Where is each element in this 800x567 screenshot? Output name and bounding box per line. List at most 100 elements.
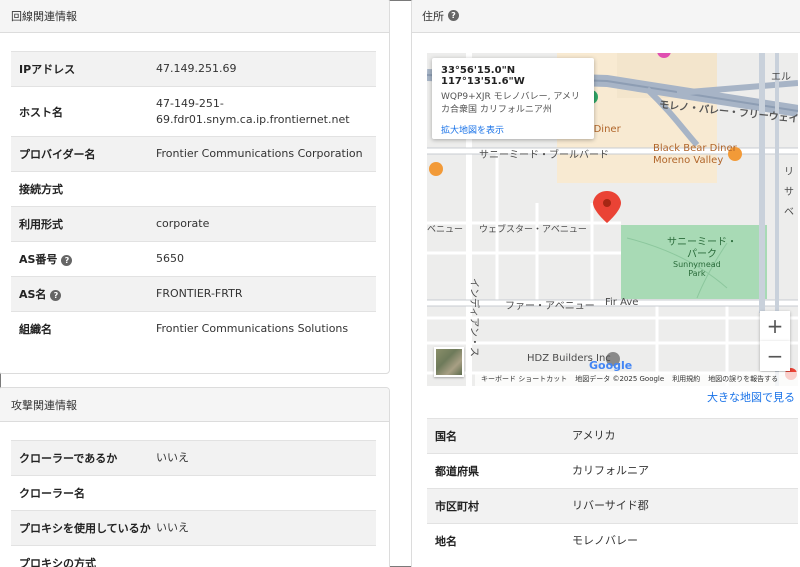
table-row: AS名? FRONTIER-FRTR	[11, 276, 376, 312]
map-label-sa: サ	[784, 187, 794, 198]
map-footer: キーボード ショートカット 地図データ ©2025 Google 利用規約 地図…	[475, 372, 798, 386]
map-label-park: サニーミード・ パーク	[667, 237, 737, 260]
row-value: カリフォルニア	[572, 453, 798, 489]
row-key-label: プロバイダー名	[19, 148, 96, 161]
line-info-title: 回線関連情報	[11, 9, 77, 23]
row-value: いいえ	[156, 510, 376, 546]
zoom-in-button[interactable]: +	[760, 311, 790, 341]
map-footer-terms[interactable]: 利用規約	[672, 374, 700, 384]
table-row: クローラー名	[11, 475, 376, 511]
row-key: 都道府県	[427, 453, 572, 489]
map-label-fir: ファー・アベニュー	[505, 301, 595, 312]
row-key: 利用形式	[11, 206, 156, 242]
row-key: 組織名	[11, 311, 156, 347]
attack-info-table: クローラーであるか いいえ クローラー名 プロキシを使用しているか いいえ プロキシの方式	[11, 440, 376, 567]
address-header: 住所 ?	[412, 0, 800, 33]
map-label-ve: ベ	[784, 207, 794, 218]
line-info-table: IPアドレス 47.149.251.69 ホスト名 47-149-251- 69.fd…	[11, 51, 376, 347]
map-info-window: 33°56'15.0"N 117°13'51.6"W WQP9+XJR モレノバ…	[432, 58, 594, 139]
map-label-venue: ベニュー	[427, 225, 464, 235]
attack-info-header: 攻撃関連情報	[0, 388, 389, 422]
row-value	[156, 475, 376, 511]
row-key: プロバイダー名	[11, 136, 156, 172]
row-value: FRONTIER-FRTR	[156, 276, 376, 312]
map-coordinates: 33°56'15.0"N 117°13'51.6"W	[441, 65, 525, 87]
line-info-card: 回線関連情報 IPアドレス 47.149.251.69 ホスト名 47-149-251…	[0, 0, 390, 374]
row-key-label: 都道府県	[435, 465, 479, 478]
row-key-label: プロキシを使用しているか	[19, 522, 151, 535]
row-key: ホスト名	[11, 86, 156, 137]
table-row: プロキシの方式	[11, 545, 376, 567]
row-value: アメリカ	[572, 418, 798, 454]
row-value: モレノバレー	[572, 523, 798, 559]
row-value: 5650	[156, 241, 376, 277]
zoom-out-button[interactable]: −	[760, 341, 790, 371]
table-row: 地名 モレノバレー	[427, 523, 798, 559]
row-value: 47-149-251- 69.fdr01.snym.ca.ip.frontier…	[156, 86, 376, 137]
row-key-label: 利用形式	[19, 218, 63, 231]
location-marker[interactable]	[593, 191, 621, 223]
row-value: リバーサイド郡	[572, 488, 798, 524]
table-row: 市区町村 リバーサイド郡	[427, 488, 798, 524]
view-larger-link[interactable]: 拡大地図を表示	[441, 123, 585, 136]
table-row: AS番号? 5650	[11, 241, 376, 277]
map[interactable]: モレノ・バレー・フリーウェイ サニーミード・ブールバード on's Diner …	[427, 53, 798, 386]
map-label-indian: インディアン・ス	[468, 278, 479, 357]
row-key: クローラー名	[11, 475, 156, 511]
map-label-el: エル	[771, 72, 791, 83]
row-key-label: AS番号	[19, 253, 58, 266]
row-key-label: 組織名	[19, 323, 52, 337]
row-value: Frontier Communications Corporation	[156, 136, 376, 172]
row-key: AS名?	[11, 276, 156, 312]
help-icon[interactable]: ?	[448, 10, 459, 21]
table-row: 都道府県 カリフォルニア	[427, 453, 798, 489]
row-value	[156, 171, 376, 207]
restaurant-poi-icon[interactable]	[429, 162, 443, 176]
map-label-park-en: Sunnymead Park	[673, 260, 721, 278]
row-key: プロキシを使用しているか	[11, 510, 156, 546]
row-key: 地名	[427, 523, 572, 559]
map-type-toggle[interactable]	[434, 347, 464, 377]
table-row: 接続方式	[11, 171, 376, 207]
map-label-webster: ウェブスター・アベニュー	[479, 225, 587, 235]
table-row: クローラーであるか いいえ	[11, 440, 376, 476]
row-key-label: クローラー名	[19, 487, 85, 500]
row-key: IPアドレス	[11, 51, 156, 87]
row-key-label: クローラーであるか	[19, 452, 118, 465]
map-label-boulevard: サニーミード・ブールバード	[479, 150, 609, 161]
table-row: プロバイダー名 Frontier Communications Corporati…	[11, 136, 376, 172]
row-key-label: AS名	[19, 288, 47, 301]
map-label-fir-en: Fir Ave	[605, 297, 639, 308]
row-key: AS番号?	[11, 241, 156, 277]
row-key-label: 接続方式	[19, 183, 63, 196]
row-key: クローラーであるか	[11, 440, 156, 476]
table-row: 国名 アメリカ	[427, 418, 798, 454]
row-key-label: 市区町村	[435, 500, 479, 513]
table-row: 利用形式 corporate	[11, 206, 376, 242]
address-table: 国名 アメリカ都道府県 カリフォルニア市区町村 リバーサイド郡地名 モレノバレー	[427, 418, 798, 559]
google-logo: Google	[589, 359, 633, 372]
view-larger-map-link[interactable]: 大きな地図で見る	[707, 389, 795, 405]
map-footer-shortcuts[interactable]: キーボード ショートカット	[481, 374, 567, 384]
table-row: 組織名 Frontier Communications Solutions	[11, 311, 376, 347]
table-row: IPアドレス 47.149.251.69	[11, 51, 376, 87]
help-icon[interactable]: ?	[61, 255, 73, 266]
attack-info-title: 攻撃関連情報	[11, 398, 77, 412]
row-key-label: IPアドレス	[19, 63, 76, 76]
map-label-ri: リ	[784, 167, 794, 178]
row-key: 市区町村	[427, 488, 572, 524]
map-footer-report[interactable]: 地図の誤りを報告する	[708, 374, 778, 384]
row-key-label: 地名	[435, 535, 457, 549]
row-key: プロキシの方式	[11, 545, 156, 567]
row-key-label: 国名	[435, 430, 457, 443]
row-value: corporate	[156, 206, 376, 242]
map-footer-data: 地図データ ©2025 Google	[575, 375, 665, 383]
attack-info-card: 攻撃関連情報 クローラーであるか いいえ クローラー名 プロキシを使用しているか いいえ…	[0, 387, 390, 567]
line-info-header: 回線関連情報	[0, 0, 389, 33]
row-value: いいえ	[156, 440, 376, 476]
row-value	[156, 545, 376, 567]
row-key: 国名	[427, 418, 572, 454]
map-address: WQP9+XJR モレノバレー, アメリカ合衆国 カリフォルニア州	[441, 92, 580, 115]
help-icon[interactable]: ?	[50, 290, 62, 301]
table-row: プロキシを使用しているか いいえ	[11, 510, 376, 546]
